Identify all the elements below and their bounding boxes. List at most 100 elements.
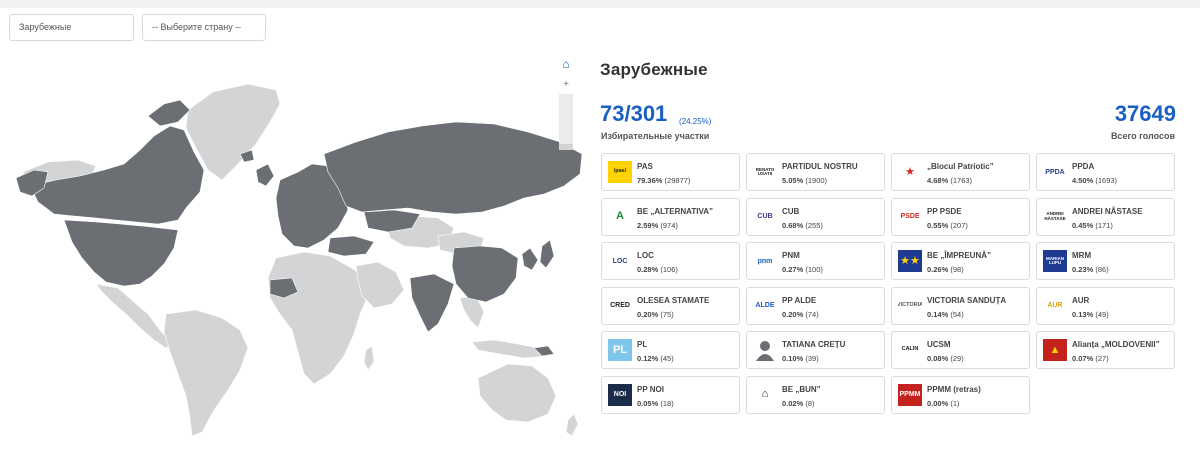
- candidate-card[interactable]: MARIAN LUPU MRM 0.23% (86): [1036, 242, 1175, 280]
- candidate-votes: (974): [658, 220, 678, 230]
- region-select[interactable]: Зарубежные: [9, 14, 134, 41]
- calin-logo-icon: CALIN: [898, 339, 922, 361]
- zoom-out-button[interactable]: −: [558, 148, 574, 158]
- candidate-card[interactable]: CRED OLESEA STAMATE 0.20% (75): [601, 286, 740, 325]
- candidate-name: MRM: [1072, 251, 1092, 260]
- candidate-result: 0.68% (255): [782, 221, 823, 230]
- stations-label: Избирательные участки: [601, 131, 710, 141]
- candidate-result: 0.05% (18): [637, 399, 674, 408]
- candidate-card[interactable]: ALDE PP ALDE 0.20% (74): [746, 286, 885, 325]
- zoom-slider[interactable]: [559, 94, 573, 150]
- candidate-result: 0.20% (74): [782, 310, 819, 319]
- candidate-card[interactable]: RENATO USATII PARTIDUL NOSTRU 5.05% (1900): [746, 153, 885, 191]
- map-region-usa: [63, 219, 179, 287]
- pas-logo-icon: /pas/: [608, 161, 632, 183]
- candidate-card[interactable]: ⌂ BE „BUN” 0.02% (8): [746, 375, 885, 414]
- victoria-logo-icon: VICTORIA: [898, 294, 922, 317]
- candidate-card[interactable]: PSDE PP PSDE 0.55% (207): [891, 197, 1030, 236]
- candidate-card[interactable]: ANDREI NĂSTASE ANDREI NĂSTASE 0.45% (171): [1036, 197, 1175, 236]
- candidate-votes: (54): [948, 309, 964, 319]
- candidate-result: 0.26% (98): [927, 265, 964, 274]
- map-region-turkey-caucasus: [327, 235, 375, 257]
- world-map[interactable]: [8, 52, 583, 444]
- candidate-card[interactable]: PPDA PPDA 4.50% (1693): [1036, 153, 1175, 191]
- candidate-name: PPDA: [1072, 162, 1095, 171]
- candidate-percent: 0.27%: [782, 265, 804, 274]
- candidate-votes: (86): [1093, 265, 1109, 274]
- total-votes: 37649: [1114, 101, 1176, 126]
- candidate-percent: 5.05%: [782, 176, 804, 185]
- candidate-votes: (98): [948, 265, 964, 274]
- candidate-percent: 0.28%: [637, 265, 659, 274]
- candidate-votes: (39): [803, 354, 819, 363]
- candidate-votes: (29): [948, 354, 964, 363]
- candidate-percent: 79.36%: [637, 176, 663, 185]
- map-region-arctic-islands: [147, 99, 191, 127]
- map-region-uk-iceland: [239, 149, 275, 187]
- candidate-card[interactable]: ★ „Blocul Patriotic” 4.68% (1763): [891, 153, 1030, 191]
- moldovenii-logo-icon: ▲: [1043, 339, 1067, 361]
- candidate-card[interactable]: TATIANA CREȚU 0.10% (39): [746, 331, 885, 369]
- candidate-percent: 0.20%: [782, 309, 804, 319]
- candidate-result: 0.08% (29): [927, 354, 964, 363]
- candidate-result: 0.27% (100): [782, 265, 823, 274]
- candidate-votes: (74): [803, 309, 819, 319]
- candidate-card[interactable]: /pas/PAS 79.36% (29877): [601, 153, 740, 191]
- candidate-votes: (45): [658, 354, 674, 363]
- candidate-votes: (29877): [662, 176, 691, 185]
- home-icon[interactable]: ⌂: [558, 56, 574, 72]
- total-votes-label: Всего голосов: [1110, 131, 1175, 141]
- candidate-card[interactable]: pnm PNM 0.27% (100): [746, 242, 885, 280]
- psde-logo-icon: PSDE: [898, 205, 922, 228]
- candidate-percent: 0.08%: [927, 354, 949, 363]
- candidate-result: 0.55% (207): [927, 221, 968, 230]
- candidate-votes: (171): [1093, 220, 1113, 230]
- candidate-card[interactable]: ★★ BE „ÎMPREUNĂ” 0.26% (98): [891, 242, 1030, 280]
- candidate-card[interactable]: NOI PP NOI 0.05% (18): [601, 375, 740, 414]
- stations-count: 73/301: [600, 101, 668, 126]
- candidate-card[interactable]: A BE „ALTERNATIVA” 2.59% (974): [601, 197, 740, 236]
- candidate-grid: /pas/PAS 79.36% (29877) RENATO USATII PARTI…: [601, 153, 1176, 443]
- country-select[interactable]: -- Выберите страну --: [142, 14, 266, 41]
- candidate-card[interactable]: CUB CUB 0.68% (255): [746, 197, 885, 236]
- candidate-result: 0.45% (171): [1072, 221, 1113, 230]
- candidate-result: 0.10% (39): [782, 354, 819, 363]
- candidate-percent: 0.55%: [927, 220, 949, 230]
- candidate-result: 0.02% (8): [782, 399, 815, 408]
- candidate-votes: (106): [658, 265, 678, 274]
- candidate-card[interactable]: VICTORIA VICTORIA SANDUȚA 0.14% (54): [891, 286, 1030, 325]
- map-region-china: [451, 245, 519, 303]
- candidate-name: PARTIDUL NOSTRU: [782, 162, 858, 171]
- region-title: Зарубежные: [600, 60, 708, 79]
- world-map-svg[interactable]: [8, 52, 583, 444]
- candidate-name: TATIANA CREȚU: [782, 340, 846, 349]
- candidate-percent: 0.07%: [1072, 354, 1094, 363]
- candidate-percent: 4.68%: [927, 176, 949, 185]
- candidate-result: 4.68% (1763): [927, 176, 972, 185]
- candidate-card[interactable]: CALIN UCSM 0.08% (29): [891, 331, 1030, 369]
- candidate-card[interactable]: PPMM PPMM (retras) 0.00% (1): [891, 375, 1030, 414]
- cred-logo-icon: CRED: [608, 294, 632, 317]
- candidate-card[interactable]: PL PL 0.12% (45): [601, 331, 740, 369]
- candidate-percent: 0.13%: [1072, 309, 1094, 319]
- candidate-card[interactable]: LOC LOC 0.28% (106): [601, 242, 740, 280]
- ppda-logo-icon: PPDA: [1043, 161, 1067, 183]
- candidate-percent: 0.10%: [782, 354, 804, 363]
- candidate-name: LOC: [637, 251, 654, 260]
- candidate-percent: 0.05%: [637, 398, 659, 408]
- candidate-votes: (1900): [803, 176, 828, 185]
- candidate-card[interactable]: AUR AUR 0.13% (49): [1036, 286, 1175, 325]
- candidate-result: 4.50% (1693): [1072, 176, 1117, 185]
- zoom-slider-thumb[interactable]: [559, 144, 573, 150]
- stations-percentage: (24.25%): [679, 117, 712, 126]
- candidate-name: PL: [637, 340, 648, 349]
- candidate-card[interactable]: ▲ Alianța „MOLDOVENII” 0.07% (27): [1036, 331, 1175, 369]
- red-star-icon: ★: [898, 161, 922, 183]
- aur-logo-icon: AUR: [1043, 294, 1067, 317]
- candidate-percent: 2.59%: [637, 220, 659, 230]
- candidate-result: 0.14% (54): [927, 310, 964, 319]
- candidate-name: PPMM (retras): [927, 384, 981, 394]
- noi-logo-icon: NOI: [608, 383, 632, 406]
- zoom-in-button[interactable]: +: [558, 78, 574, 92]
- candidate-name: PAS: [637, 162, 653, 171]
